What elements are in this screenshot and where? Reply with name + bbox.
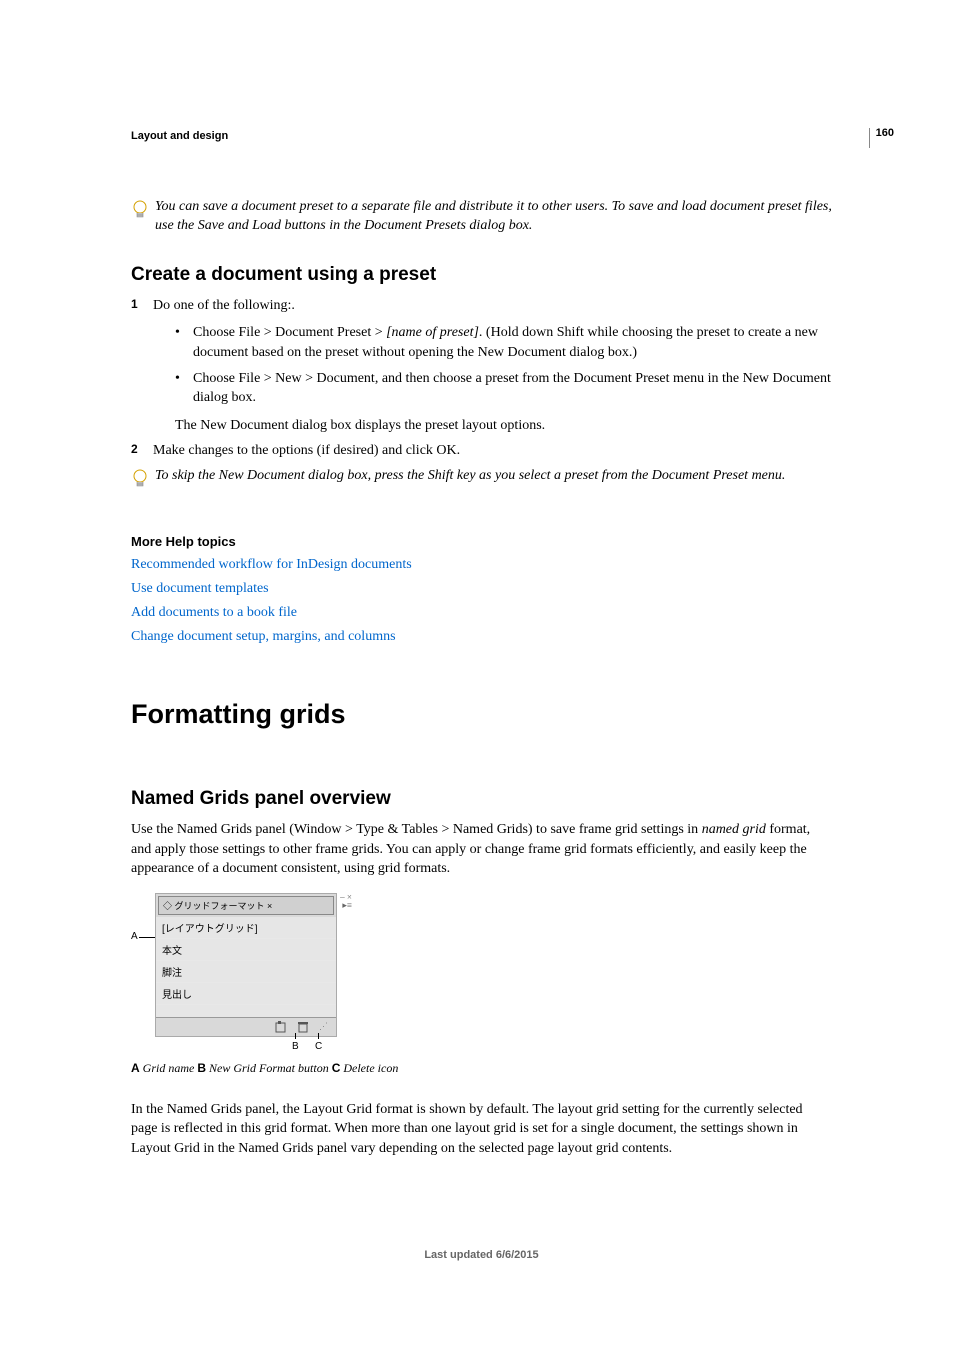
named-grids-panel: ◇ グリッドフォーマット × [レイアウトグリッド] 本文 脚注 見出し ⋰: [155, 893, 337, 1037]
heading-formatting-grids: Formatting grids: [131, 699, 832, 730]
link-change-document-setup[interactable]: Change document setup, margins, and colu…: [131, 629, 832, 645]
panel-blank: [156, 1005, 336, 1017]
overview-paragraph-1: Use the Named Grids panel (Window > Type…: [131, 820, 832, 879]
page-number: 160: [869, 128, 894, 148]
panel-window-controls: – ×▸≡: [340, 893, 352, 909]
overview-paragraph-2: In the Named Grids panel, the Layout Gri…: [131, 1100, 832, 1159]
figure-caption: A Grid name B New Grid Format button C D…: [131, 1061, 832, 1076]
overview-p1-pre: Use the Named Grids panel (Window > Type…: [131, 822, 702, 837]
tip-skip-dialog: To skip the New Document dialog box, pre…: [131, 467, 832, 492]
bullet-file-new-document: Choose File > New > Document, and then c…: [175, 369, 832, 408]
callout-label-c: C: [315, 1041, 322, 1052]
panel-title-text: グリッドフォーマット: [175, 901, 265, 911]
caption-a-text: Grid name: [140, 1061, 198, 1075]
caption-a-label: A: [131, 1061, 140, 1075]
panel-row-body[interactable]: 本文: [156, 939, 336, 961]
step-1: Do one of the following:. Choose File > …: [131, 296, 832, 436]
caption-c-text: Delete icon: [340, 1061, 398, 1075]
lightbulb-icon: [131, 199, 149, 223]
link-use-document-templates[interactable]: Use document templates: [131, 581, 832, 597]
lightbulb-icon: [131, 468, 149, 492]
bullet-file-document-preset: Choose File > Document Preset > [name of…: [175, 323, 832, 362]
page-footer: Last updated 6/6/2015: [131, 1249, 832, 1261]
callout-label-b: B: [292, 1041, 299, 1052]
named-grids-panel-figure: A – ×▸≡ ◇ グリッドフォーマット × [レイアウトグリッド] 本文 脚注…: [131, 893, 351, 1055]
callout-bottom-labels: B C: [155, 1037, 335, 1055]
bullet1-pre: Choose File > Document Preset >: [193, 325, 386, 340]
section-header: Layout and design: [131, 130, 832, 142]
callout-label-a: A: [131, 931, 138, 942]
bullet1-em: [name of preset]: [386, 325, 479, 340]
panel-footer: ⋰: [156, 1017, 336, 1036]
step-2: Make changes to the options (if desired)…: [131, 441, 832, 461]
panel-row-heading[interactable]: 見出し: [156, 983, 336, 1005]
delete-icon[interactable]: [297, 1021, 309, 1033]
callout-line-a: [139, 937, 155, 938]
caption-b-label: B: [197, 1061, 206, 1075]
link-recommended-workflow[interactable]: Recommended workflow for InDesign docume…: [131, 557, 832, 573]
panel-tab[interactable]: ◇ グリッドフォーマット ×: [158, 896, 334, 915]
new-grid-format-icon[interactable]: [275, 1021, 287, 1033]
step-1-note: The New Document dialog box displays the…: [175, 416, 832, 436]
panel-row-layout-grid[interactable]: [レイアウトグリッド]: [156, 917, 336, 939]
tip-save-preset: You can save a document preset to a sepa…: [131, 198, 832, 236]
panel-row-footnote[interactable]: 脚注: [156, 961, 336, 983]
tip-text: You can save a document preset to a sepa…: [155, 198, 832, 236]
tip-text: To skip the New Document dialog box, pre…: [155, 467, 785, 486]
resize-grip-icon[interactable]: ⋰: [319, 1021, 328, 1033]
link-add-documents-book[interactable]: Add documents to a book file: [131, 605, 832, 621]
step-1-text: Do one of the following:.: [153, 298, 295, 313]
overview-p1-em: named grid: [702, 822, 766, 837]
heading-create-document-preset: Create a document using a preset: [131, 264, 832, 286]
more-help-topics-heading: More Help topics: [131, 534, 832, 549]
heading-named-grids-overview: Named Grids panel overview: [131, 788, 832, 810]
caption-b-text: New Grid Format button: [206, 1061, 332, 1075]
